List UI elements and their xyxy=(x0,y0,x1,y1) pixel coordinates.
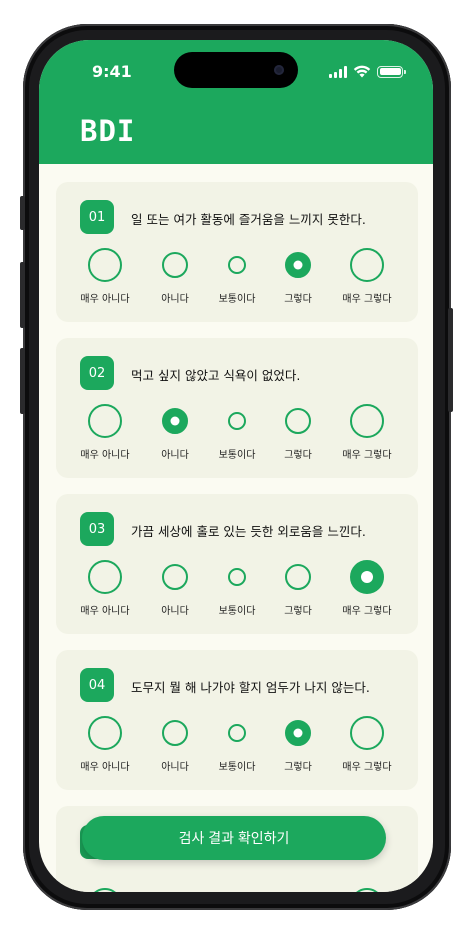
answer-option-label: 그렇다 xyxy=(284,606,312,617)
radio-icon[interactable] xyxy=(88,404,122,438)
answer-options: 매우 아니다 아니다 보통이다 그렇다 매우 그렇다 xyxy=(56,708,418,778)
answer-option-label: 매우 아니다 xyxy=(80,294,130,305)
radio-selected-icon[interactable] xyxy=(285,252,311,278)
question-card: 04 도무지 뭘 해 나가야 할지 엄두가 나지 않는다. 매우 아니다 아니다 보통이… xyxy=(56,650,418,790)
dynamic-island xyxy=(174,52,298,88)
question-number-badge: 03 xyxy=(80,512,114,546)
question-card: 03 가끔 세상에 홀로 있는 듯한 외로움을 느낀다. 매우 아니다 아니다 보통이다… xyxy=(56,494,418,634)
answer-option[interactable]: 매우 그렇다 xyxy=(327,552,407,622)
answer-option[interactable]: 매우 아니다 xyxy=(65,240,145,310)
answer-option-label: 매우 아니다 xyxy=(80,450,130,461)
power-button xyxy=(448,308,453,412)
app-header: 9:41 BDI xyxy=(39,40,433,164)
answer-options: 매우 아니다 아니다 보통이다 그렇다 매우 그렇다 xyxy=(56,396,418,466)
answer-option[interactable]: 그렇다 xyxy=(258,396,338,466)
volume-down-button xyxy=(20,348,25,414)
page-title: BDI xyxy=(80,114,136,148)
answer-options: 매우 아니다 아니다 보통이다 그렇다 매우 그렇다 xyxy=(56,552,418,622)
radio-icon[interactable] xyxy=(228,724,246,742)
camera-icon xyxy=(274,65,284,75)
radio-selected-icon[interactable] xyxy=(350,560,384,594)
answer-option[interactable]: 그렇다 xyxy=(258,552,338,622)
answer-option[interactable]: 매우 그렇다 xyxy=(327,396,407,466)
radio-icon[interactable] xyxy=(88,560,122,594)
answer-option-label: 그렇다 xyxy=(284,294,312,305)
radio-icon[interactable] xyxy=(285,564,311,590)
answer-option-label: 매우 그렇다 xyxy=(342,606,392,617)
battery-icon xyxy=(377,65,406,78)
radio-icon[interactable] xyxy=(350,404,384,438)
answer-option-label: 그렇다 xyxy=(284,762,312,773)
question-number-badge: 04 xyxy=(80,668,114,702)
radio-icon[interactable] xyxy=(350,716,384,750)
question-card: 02 먹고 싶지 않았고 식욕이 없었다. 매우 아니다 아니다 보통이다 그렇다 매우 그… xyxy=(56,338,418,478)
radio-icon[interactable] xyxy=(350,888,384,892)
screen: 9:41 BDI 01 일 또는 여가 활동에 즐거움을 느끼지 못한다. 매우 아… xyxy=(39,40,433,892)
answer-options xyxy=(56,880,418,892)
answer-option[interactable] xyxy=(327,880,407,892)
radio-icon[interactable] xyxy=(88,888,122,892)
radio-icon[interactable] xyxy=(285,408,311,434)
answer-option-label: 매우 그렇다 xyxy=(342,762,392,773)
radio-icon[interactable] xyxy=(88,716,122,750)
question-number-badge: 02 xyxy=(80,356,114,390)
answer-option[interactable]: 그렇다 xyxy=(258,240,338,310)
answer-option-label: 그렇다 xyxy=(284,450,312,461)
radio-icon[interactable] xyxy=(162,252,188,278)
question-text: 먹고 싶지 않았고 식욕이 없었다. xyxy=(131,368,301,383)
answer-option[interactable]: 매우 그렇다 xyxy=(327,240,407,310)
answer-option-label: 매우 그렇다 xyxy=(342,294,392,305)
answer-option[interactable] xyxy=(258,880,338,892)
radio-icon[interactable] xyxy=(162,564,188,590)
question-card: 01 일 또는 여가 활동에 즐거움을 느끼지 못한다. 매우 아니다 아니다 보통이다… xyxy=(56,182,418,322)
radio-icon[interactable] xyxy=(88,248,122,282)
answer-option[interactable]: 매우 아니다 xyxy=(65,552,145,622)
status-icons xyxy=(329,65,406,78)
question-number-badge: 01 xyxy=(80,200,114,234)
radio-icon[interactable] xyxy=(350,248,384,282)
question-text: 가끔 세상에 홀로 있는 듯한 외로움을 느낀다. xyxy=(131,524,366,539)
answer-option-label: 매우 아니다 xyxy=(80,762,130,773)
view-results-button[interactable]: 검사 결과 확인하기 xyxy=(82,816,386,860)
signal-icon xyxy=(329,65,347,78)
answer-option[interactable] xyxy=(65,880,145,892)
question-text: 일 또는 여가 활동에 즐거움을 느끼지 못한다. xyxy=(131,212,366,227)
status-time: 9:41 xyxy=(92,62,132,81)
answer-option[interactable]: 매우 아니다 xyxy=(65,708,145,778)
radio-selected-icon[interactable] xyxy=(162,408,188,434)
action-button xyxy=(20,196,25,230)
answer-option[interactable]: 매우 그렇다 xyxy=(327,708,407,778)
wifi-icon xyxy=(353,65,371,78)
radio-selected-icon[interactable] xyxy=(285,720,311,746)
answer-option-label: 매우 그렇다 xyxy=(342,450,392,461)
answer-option-label: 매우 아니다 xyxy=(80,606,130,617)
answer-option[interactable]: 매우 아니다 xyxy=(65,396,145,466)
radio-icon[interactable] xyxy=(228,568,246,586)
answer-option[interactable]: 그렇다 xyxy=(258,708,338,778)
radio-icon[interactable] xyxy=(228,412,246,430)
volume-up-button xyxy=(20,262,25,328)
radio-icon[interactable] xyxy=(162,720,188,746)
question-text: 도무지 뭘 해 나가야 할지 엄두가 나지 않는다. xyxy=(131,680,370,695)
radio-icon[interactable] xyxy=(228,256,246,274)
answer-options: 매우 아니다 아니다 보통이다 그렇다 매우 그렇다 xyxy=(56,240,418,310)
